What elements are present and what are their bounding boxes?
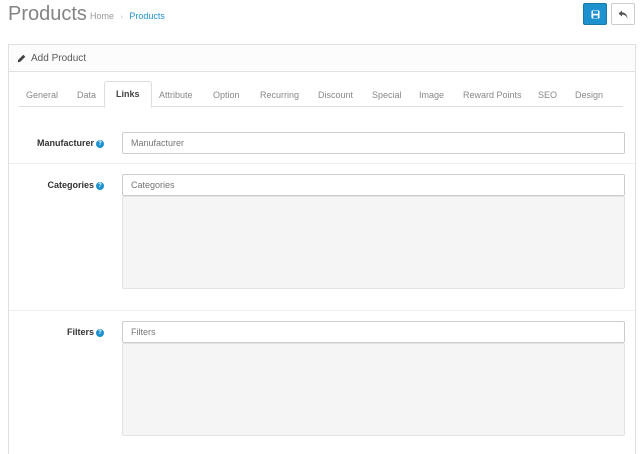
- back-button[interactable]: [611, 3, 635, 25]
- categories-selected-list: [122, 196, 625, 289]
- help-icon[interactable]: ?: [96, 182, 104, 190]
- categories-label: Categories?: [9, 180, 104, 190]
- tab-general[interactable]: General: [26, 84, 58, 107]
- floppy-disk-icon: [590, 9, 600, 19]
- row-divider: [9, 310, 637, 311]
- tab-special[interactable]: Special: [372, 84, 402, 107]
- tab-discount[interactable]: Discount: [318, 84, 353, 107]
- pencil-icon: [17, 54, 26, 62]
- filters-label-text: Filters: [66, 327, 94, 337]
- breadcrumb: Home › Products: [90, 11, 165, 21]
- manufacturer-label-text: Manufacturer: [36, 138, 94, 148]
- tab-attribute[interactable]: Attribute: [159, 84, 193, 107]
- row-divider: [9, 163, 637, 164]
- save-button[interactable]: [583, 3, 607, 25]
- categories-label-text: Categories: [47, 180, 94, 190]
- breadcrumb-separator: ›: [120, 14, 123, 21]
- tab-design[interactable]: Design: [575, 84, 603, 107]
- tab-option[interactable]: Option: [213, 84, 240, 107]
- tab-seo[interactable]: SEO: [538, 84, 557, 107]
- tab-links[interactable]: Links: [104, 81, 152, 108]
- panel-title: Add Product: [31, 52, 87, 64]
- tab-image[interactable]: Image: [419, 84, 444, 107]
- manufacturer-input[interactable]: [122, 132, 625, 154]
- panel-heading: Add Product: [9, 45, 635, 72]
- page-header: Products Home › Products: [0, 0, 640, 36]
- breadcrumb-products[interactable]: Products: [129, 11, 165, 21]
- manufacturer-label: Manufacturer?: [9, 138, 104, 148]
- help-icon[interactable]: ?: [96, 140, 104, 148]
- tab-recurring[interactable]: Recurring: [260, 84, 299, 107]
- product-tabs: General Data Links Attribute Option Recu…: [19, 81, 623, 108]
- categories-input[interactable]: [122, 174, 625, 196]
- help-icon[interactable]: ?: [96, 329, 104, 337]
- breadcrumb-home[interactable]: Home: [90, 11, 114, 21]
- page-title: Products: [8, 3, 87, 25]
- filters-selected-list: [122, 343, 625, 436]
- tab-reward-points[interactable]: Reward Points: [463, 84, 522, 107]
- add-product-panel: Add Product General Data Links Attribute…: [8, 44, 637, 454]
- reply-icon: [618, 10, 628, 18]
- filters-input[interactable]: [122, 321, 625, 343]
- filters-label: Filters?: [9, 327, 104, 337]
- tab-data[interactable]: Data: [77, 84, 96, 107]
